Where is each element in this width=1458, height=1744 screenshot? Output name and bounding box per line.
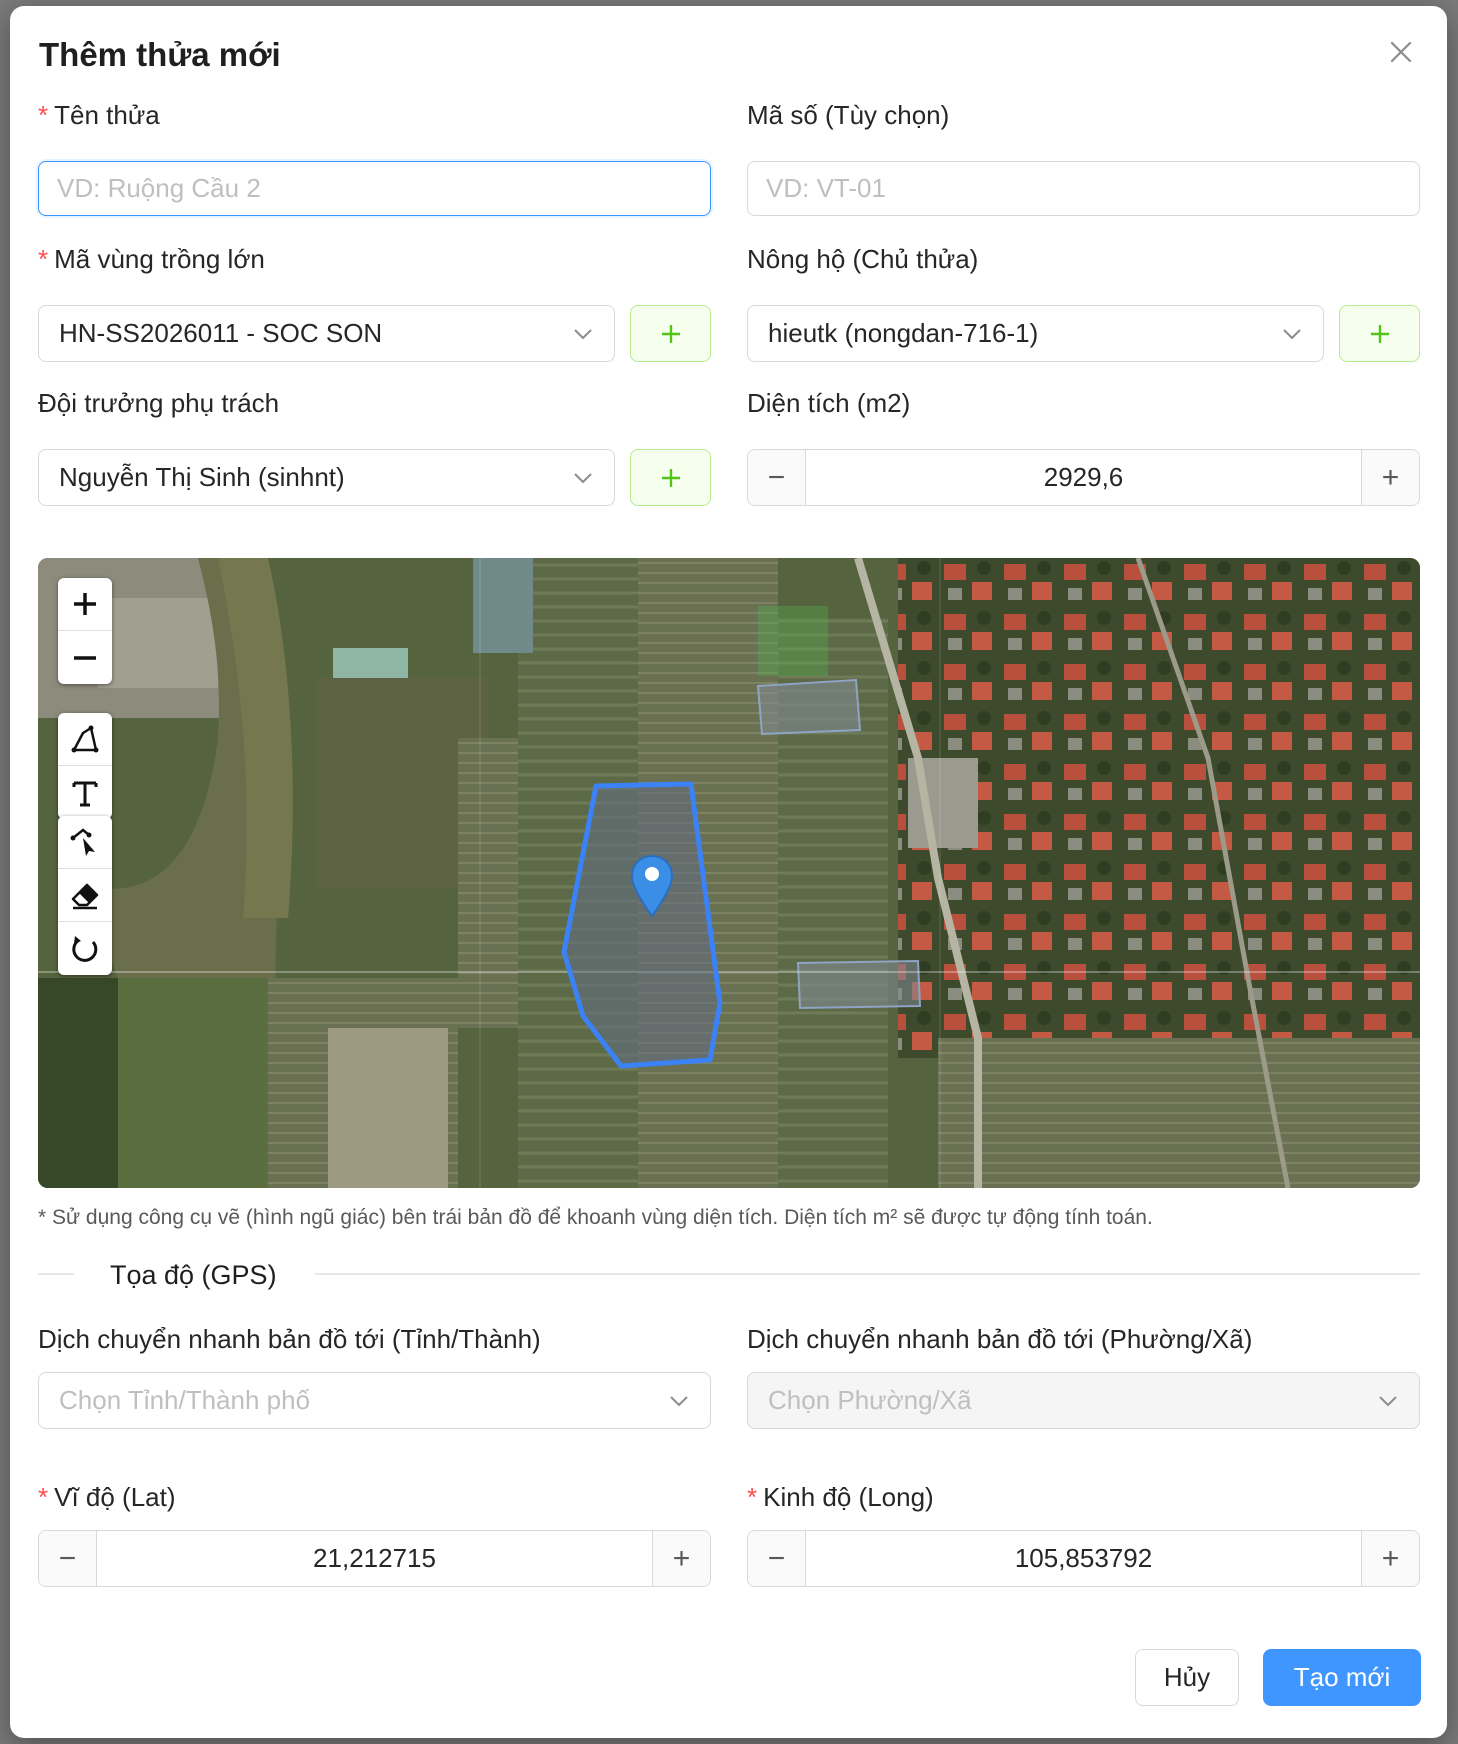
required-mark: * [38, 1482, 49, 1512]
chevron-down-icon [572, 467, 594, 489]
zoom-in-button[interactable] [58, 578, 112, 631]
text-icon [72, 781, 98, 806]
edit-tools [58, 816, 112, 975]
minus-icon [74, 655, 96, 660]
chevron-down-icon [1377, 1390, 1399, 1412]
edit-cursor-icon [70, 828, 95, 856]
lat-value[interactable]: 21,212715 [97, 1531, 652, 1586]
map-imagery [38, 558, 1420, 1188]
gps-section-title: Tọa độ (GPS) [110, 1260, 277, 1290]
modal-title: Thêm thửa mới [39, 36, 281, 73]
lat-stepper: − 21,212715 + [38, 1530, 711, 1587]
add-ma-vung-button[interactable] [630, 305, 711, 362]
erase-button[interactable] [58, 869, 112, 922]
ma-so-label: Mã số (Tùy chọn) [747, 100, 950, 130]
eraser-icon [71, 883, 99, 910]
add-plot-modal: Thêm thửa mới *Tên thửa Mã số (Tùy chọn)… [10, 6, 1447, 1738]
chevron-down-icon [572, 323, 594, 345]
close-button[interactable] [1383, 34, 1419, 70]
ten-thua-input[interactable] [38, 161, 711, 216]
tinh-label: Dịch chuyển nhanh bản đồ tới (Tỉnh/Thành… [38, 1324, 541, 1354]
increment-button[interactable]: + [652, 1531, 710, 1586]
phuong-select[interactable]: Chọn Phường/Xã [747, 1372, 1420, 1429]
phuong-label: Dịch chuyển nhanh bản đồ tới (Phường/Xã) [747, 1324, 1253, 1354]
dien-tich-label: Diện tích (m2) [747, 388, 911, 418]
add-text-button[interactable] [58, 766, 112, 819]
ma-vung-label: * Mã vùng trồng lớn [38, 244, 265, 274]
add-doi-truong-button[interactable] [630, 449, 711, 506]
add-nong-ho-button[interactable] [1339, 305, 1420, 362]
zoom-out-button[interactable] [58, 631, 112, 684]
increment-button[interactable]: + [1361, 1531, 1419, 1586]
satellite-map[interactable] [38, 558, 1420, 1188]
required-mark: * [747, 1482, 758, 1512]
increment-button[interactable]: + [1361, 450, 1419, 505]
divider-right [315, 1273, 1420, 1275]
divider-left [38, 1273, 74, 1275]
map-hint-text: * Sử dụng công cụ vẽ (hình ngũ giác) bên… [38, 1206, 1153, 1229]
decrement-button[interactable]: − [748, 450, 806, 505]
dien-tich-value[interactable]: 2929,6 [806, 450, 1361, 505]
doi-truong-label: Đội trưởng phụ trách [38, 388, 280, 418]
zoom-controls [58, 578, 112, 684]
required-mark: * [38, 100, 49, 130]
nong-ho-select[interactable]: hieutk (nongdan-716-1) [747, 305, 1324, 362]
chevron-down-icon [1281, 323, 1303, 345]
long-value[interactable]: 105,853792 [806, 1531, 1361, 1586]
long-label: * Kinh độ (Long) [747, 1482, 934, 1512]
plus-icon [1370, 324, 1389, 343]
draw-tools [58, 713, 112, 819]
doi-truong-select[interactable]: Nguyễn Thị Sinh (sinhnt) [38, 449, 615, 506]
required-mark: * [38, 244, 49, 274]
rotate-icon [72, 935, 98, 962]
rotate-button[interactable] [58, 922, 112, 975]
map-marker-icon[interactable] [630, 854, 674, 920]
create-button[interactable]: Tạo mới [1263, 1649, 1421, 1706]
cancel-button[interactable]: Hủy [1135, 1649, 1239, 1706]
chevron-down-icon [668, 1390, 690, 1412]
dien-tich-stepper: − 2929,6 + [747, 449, 1420, 506]
ten-thua-label: * Tên thửa [38, 100, 160, 130]
polygon-draw-icon [71, 725, 99, 753]
nong-ho-label: Nông hộ (Chủ thửa) [747, 244, 979, 274]
decrement-button[interactable]: − [39, 1531, 97, 1586]
close-icon [1390, 41, 1412, 63]
long-stepper: − 105,853792 + [747, 1530, 1420, 1587]
edit-vertices-button[interactable] [58, 816, 112, 869]
plus-icon [74, 593, 96, 615]
decrement-button[interactable]: − [748, 1531, 806, 1586]
draw-polygon-button[interactable] [58, 713, 112, 766]
tinh-select[interactable]: Chọn Tỉnh/Thành phố [38, 1372, 711, 1429]
plus-icon [661, 324, 680, 343]
lat-label: * Vĩ độ (Lat) [38, 1482, 176, 1512]
ma-so-input[interactable] [747, 161, 1420, 216]
ma-vung-select[interactable]: HN-SS2026011 - SOC SON [38, 305, 615, 362]
plus-icon [661, 468, 680, 487]
